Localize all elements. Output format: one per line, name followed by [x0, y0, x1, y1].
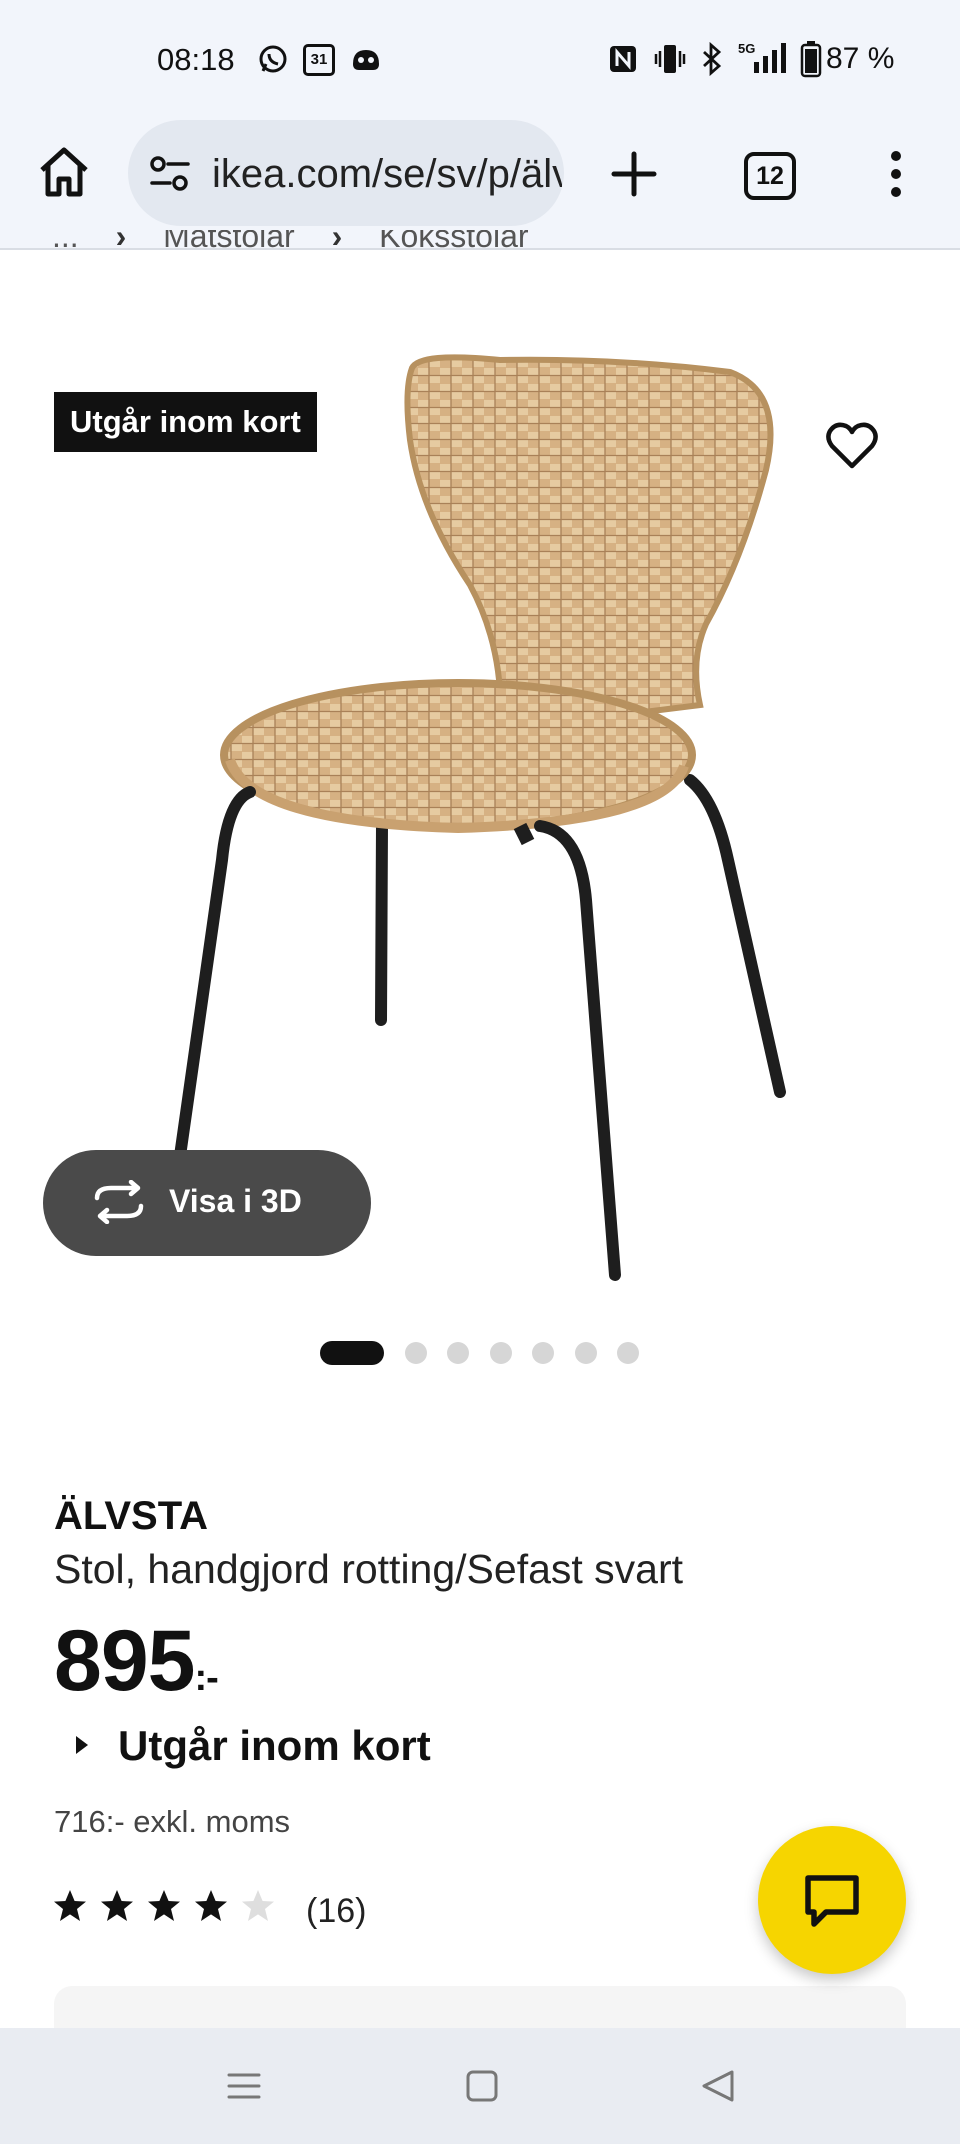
caret-right-icon [76, 1735, 88, 1754]
game-controller-icon [353, 50, 379, 70]
view-3d-label: Visa i 3D [169, 1183, 302, 1219]
chat-icon [805, 1875, 859, 1927]
view-3d-button[interactable]: Visa i 3D [43, 1150, 371, 1256]
star-filled-icon [54, 1890, 86, 1921]
star-empty-icon [242, 1890, 274, 1921]
rotate-3d-icon [94, 1180, 144, 1224]
carousel-dot[interactable] [490, 1342, 512, 1364]
battery-level: 87 % [826, 42, 895, 75]
carousel-dot-active[interactable] [320, 1341, 384, 1365]
product-name: ÄLVSTA [54, 1494, 209, 1538]
address-bar[interactable]: ikea.com/se/sv/p/älvsta [128, 120, 564, 226]
system-nav-bar [0, 2028, 960, 2144]
chevron-right-icon: › [115, 230, 127, 254]
carousel-dot[interactable] [447, 1342, 469, 1364]
heart-icon[interactable] [824, 418, 880, 474]
site-settings-icon[interactable] [148, 154, 192, 194]
chevron-right-icon: › [331, 230, 343, 254]
5g-signal-icon: 5G [738, 41, 786, 73]
tab-switcher-button[interactable]: 12 [744, 152, 796, 200]
product-description: Stol, handgjord rotting/Sefast svart [54, 1546, 684, 1592]
new-tab-icon[interactable] [608, 148, 660, 200]
carousel-dot[interactable] [532, 1342, 554, 1364]
bluetooth-icon [703, 42, 722, 76]
calendar-icon: 31 [303, 44, 335, 76]
review-count: (16) [306, 1892, 367, 1930]
carousel-dot[interactable] [575, 1342, 597, 1364]
vibrate-icon [654, 45, 686, 73]
status-time: 08:18 [157, 42, 235, 77]
battery-icon [800, 41, 822, 78]
chat-button[interactable] [758, 1826, 906, 1974]
availability-toggle[interactable]: Utgår inom kort [76, 1722, 431, 1770]
product-gallery[interactable]: Utgår inom kort Visa i 3D [0, 252, 960, 1365]
home-nav-icon[interactable] [464, 2068, 500, 2104]
home-icon[interactable] [36, 144, 92, 200]
breadcrumb-ellipsis[interactable]: ... [52, 230, 79, 254]
availability-text: Utgår inom kort [118, 1722, 431, 1769]
url-text[interactable]: ikea.com/se/sv/p/älvsta [212, 152, 562, 197]
nfc-icon [610, 46, 636, 72]
star-filled-icon [101, 1890, 133, 1921]
star-filled-icon [195, 1890, 227, 1921]
network-label: 5G [738, 41, 755, 56]
whatsapp-icon [259, 45, 287, 73]
price-suffix: :- [194, 1657, 219, 1699]
more-menu-icon[interactable] [886, 148, 906, 200]
price-excl-vat: 716:- exkl. moms [54, 1804, 291, 1839]
recent-apps-icon[interactable] [226, 2068, 262, 2104]
outgoing-badge: Utgår inom kort [54, 392, 317, 452]
breadcrumb-item[interactable]: Matstolar [163, 230, 295, 254]
back-icon[interactable] [700, 2068, 736, 2104]
product-price: 895:- [54, 1612, 219, 1711]
status-bar: 08:18 31 5G 87 % [0, 0, 960, 118]
price-value: 895 [54, 1613, 195, 1709]
star-filled-icon [148, 1890, 180, 1921]
breadcrumb-item[interactable]: Köksstolar [379, 230, 528, 254]
carousel-dot[interactable] [405, 1342, 427, 1364]
carousel-dot[interactable] [617, 1342, 639, 1364]
